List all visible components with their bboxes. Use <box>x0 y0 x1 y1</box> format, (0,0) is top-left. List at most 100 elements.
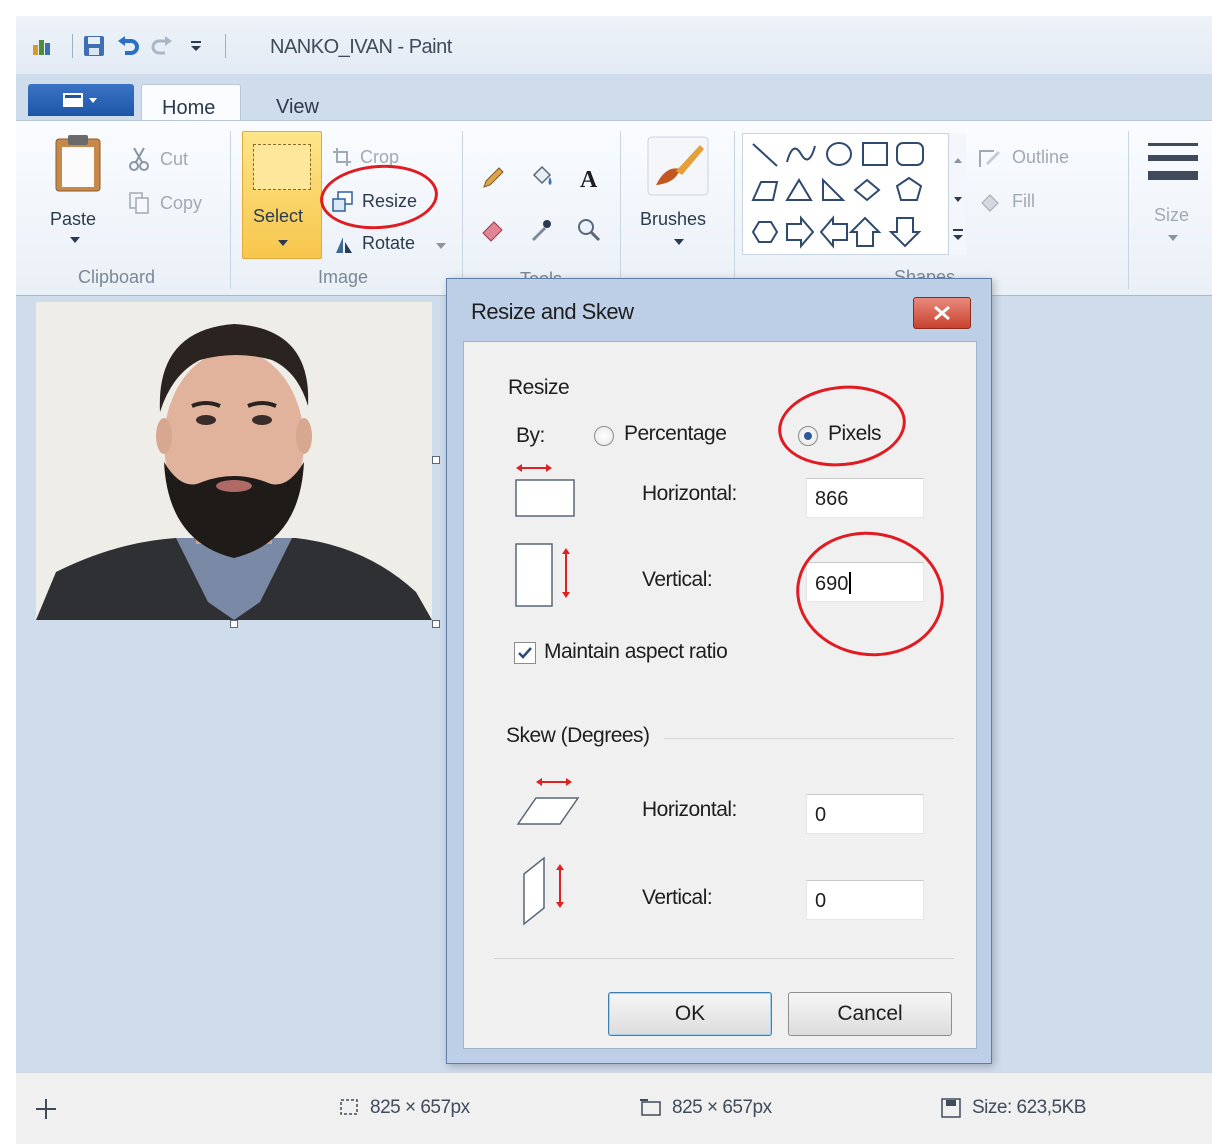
paint-window: NANKO_IVAN - Paint Home View Paste Cut C… <box>16 16 1212 1144</box>
canvas-resize-handle-corner[interactable] <box>432 620 440 628</box>
divider <box>494 958 954 959</box>
size-button[interactable]: Size <box>1140 141 1204 261</box>
dialog-close-button[interactable] <box>913 297 971 329</box>
divider <box>664 738 954 739</box>
brush-icon <box>647 136 709 196</box>
clipboard-group-label: Clipboard <box>78 267 156 287</box>
maintain-aspect-label: Maintain aspect ratio <box>544 640 728 663</box>
skew-vertical-input[interactable]: 0 <box>806 880 924 920</box>
horizontal-label: Horizontal: <box>642 482 737 505</box>
scroll-arrows-icon <box>953 158 963 240</box>
crosshair-icon <box>36 1099 56 1119</box>
copy-button[interactable]: Copy <box>128 191 218 219</box>
maintain-aspect-checkbox-option[interactable]: Maintain aspect ratio <box>514 638 774 668</box>
eraser-icon[interactable] <box>478 215 508 245</box>
image-size-icon <box>640 1099 661 1116</box>
separator <box>225 34 226 58</box>
copy-label: Copy <box>160 193 203 213</box>
outline-label: Outline <box>1012 147 1070 167</box>
portrait-photo <box>36 302 432 620</box>
by-label: By: <box>516 424 545 447</box>
selection-size-item: 825 × 657px <box>338 1097 470 1119</box>
resize-section-label: Resize <box>508 376 570 399</box>
fill-label: Fill <box>1012 191 1035 211</box>
maintain-aspect-checkbox[interactable] <box>514 642 536 664</box>
annotation-circle-pixels <box>774 379 910 473</box>
vertical-resize-icon <box>515 543 570 607</box>
skew-horizontal-label: Horizontal: <box>642 798 737 821</box>
rotate-label: Rotate <box>362 233 416 253</box>
annotation-circle-vertical <box>788 522 952 666</box>
shapes-icon <box>751 142 924 249</box>
separator <box>230 131 231 289</box>
chevron-down-icon <box>278 240 288 246</box>
separator <box>620 131 621 289</box>
percentage-radio-option[interactable]: Percentage <box>594 422 754 450</box>
file-size-text: Size: 623,5KB <box>972 1097 1086 1118</box>
file-size-item: Size: 623,5KB <box>940 1097 1086 1119</box>
dialog-title: Resize and Skew <box>471 299 634 324</box>
fill-bucket-icon[interactable] <box>526 163 556 193</box>
canvas-resize-handle-right[interactable] <box>432 456 440 464</box>
undo-icon[interactable] <box>115 33 141 59</box>
image-size-item: 825 × 657px <box>638 1097 772 1119</box>
status-bar: 825 × 657px 825 × 657px Size: 623,5KB <box>16 1072 1212 1144</box>
crop-icon <box>333 148 351 166</box>
customize-toolbar-icon[interactable] <box>183 33 209 59</box>
rotate-button[interactable]: Rotate <box>332 233 452 259</box>
outline-button[interactable]: Outline <box>978 147 1108 173</box>
skew-horizontal-icon <box>516 778 580 825</box>
quick-access-toolbar <box>30 32 234 60</box>
skew-vertical-icon <box>523 856 564 926</box>
title-bar: NANKO_IVAN - Paint <box>16 16 1212 74</box>
canvas-resize-handle-bottom[interactable] <box>230 620 238 628</box>
window-title: NANKO_IVAN - Paint <box>270 36 452 58</box>
resize-and-skew-dialog: Resize and Skew Resize By: Percentage Pi… <box>446 278 992 1064</box>
copy-icon <box>129 192 149 214</box>
rotate-icon <box>336 237 352 253</box>
dialog-body: Resize By: Percentage Pixels Horizontal:… <box>463 341 977 1049</box>
cut-button[interactable]: Cut <box>128 147 218 175</box>
ribbon: Paste Cut Copy Clipboard Select Crop Res… <box>16 120 1212 296</box>
canvas-image[interactable] <box>36 302 432 620</box>
fill-button[interactable]: Fill <box>978 191 1078 217</box>
skew-horizontal-input[interactable]: 0 <box>806 794 924 834</box>
select-label: Select <box>253 206 304 226</box>
save-icon[interactable] <box>81 33 107 59</box>
shapes-scroll[interactable] <box>948 133 966 255</box>
cancel-button[interactable]: Cancel <box>788 992 952 1036</box>
select-icon <box>253 144 311 190</box>
disk-icon <box>941 1098 961 1118</box>
svg-text:A: A <box>580 167 598 191</box>
color-picker-icon[interactable] <box>526 215 556 245</box>
tab-home[interactable]: Home <box>141 84 241 122</box>
close-icon <box>934 305 950 321</box>
percentage-label: Percentage <box>624 422 727 445</box>
clipboard-icon <box>55 135 101 192</box>
magnifier-icon[interactable] <box>574 215 604 245</box>
size-label: Size <box>1154 205 1190 225</box>
percentage-radio[interactable] <box>594 426 614 446</box>
paint-menu-icon <box>63 93 97 107</box>
tab-view[interactable]: View <box>256 84 339 122</box>
ribbon-tabs: Home View <box>16 74 1212 122</box>
vertical-label: Vertical: <box>642 568 713 591</box>
brushes-button[interactable]: Brushes <box>632 133 728 257</box>
horizontal-input[interactable]: 866 <box>806 478 924 518</box>
shapes-gallery[interactable] <box>742 133 966 255</box>
paint-app-icon <box>30 33 56 59</box>
text-tool-icon[interactable]: A <box>574 163 604 193</box>
redo-icon[interactable] <box>149 33 175 59</box>
paste-button[interactable]: Paste <box>44 133 114 253</box>
select-button[interactable]: Select <box>242 131 322 259</box>
ok-button[interactable]: OK <box>608 992 772 1036</box>
paint-menu-button[interactable] <box>28 84 134 116</box>
selection-size-text: 825 × 657px <box>370 1097 470 1118</box>
separator <box>734 131 735 289</box>
skew-vertical-label: Vertical: <box>642 886 713 909</box>
pencil-icon[interactable] <box>478 163 508 193</box>
cut-label: Cut <box>160 149 189 169</box>
paste-label: Paste <box>50 209 97 229</box>
fill-icon <box>981 194 999 212</box>
chevron-down-icon <box>1168 235 1178 241</box>
